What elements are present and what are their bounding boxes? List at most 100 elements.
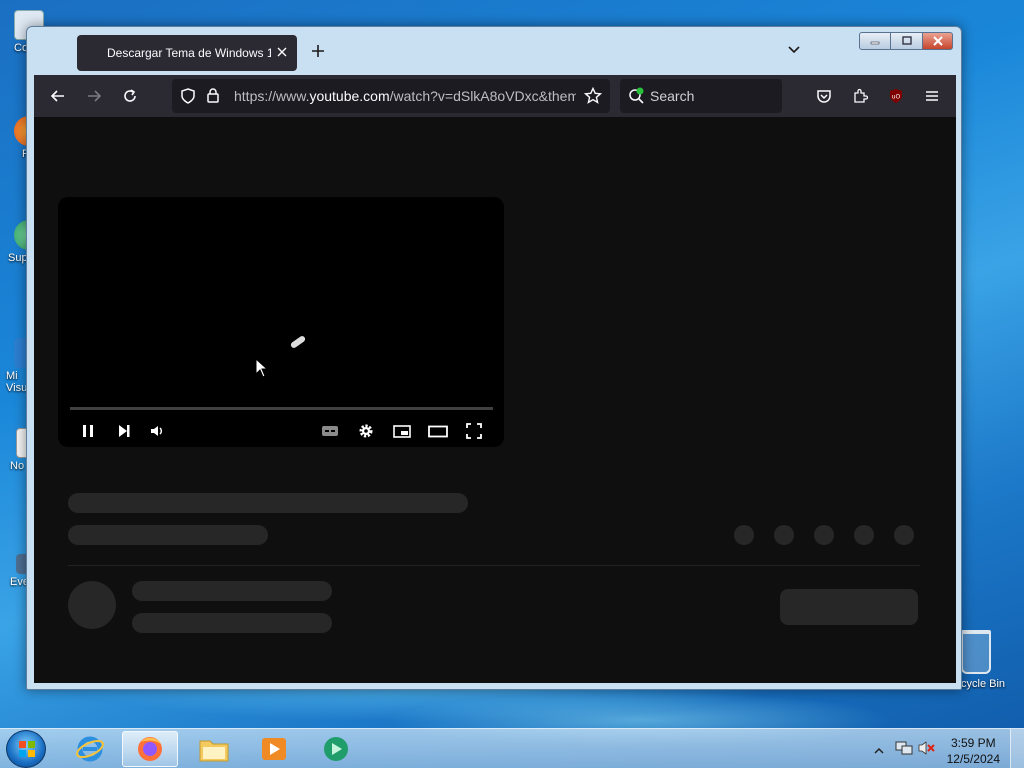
tracking-protection-shield-icon[interactable] bbox=[180, 88, 196, 107]
video-progress-bar[interactable] bbox=[70, 407, 493, 410]
reload-icon bbox=[124, 89, 136, 102]
system-tray: 3:59 PM 12/5/2024 bbox=[854, 729, 1024, 768]
taskbar-file-explorer[interactable] bbox=[186, 731, 242, 767]
plus-icon bbox=[312, 45, 324, 57]
miniplayer-icon bbox=[393, 425, 411, 438]
puzzle-icon bbox=[854, 88, 868, 103]
video-player[interactable] bbox=[58, 197, 504, 447]
internet-explorer-icon bbox=[76, 736, 104, 762]
taskbar-firefox[interactable] bbox=[122, 731, 178, 767]
url-prefix: https://www. bbox=[234, 88, 310, 104]
mute-button[interactable] bbox=[146, 419, 170, 443]
lock-icon[interactable] bbox=[206, 87, 220, 106]
pinned-app-icon bbox=[324, 737, 348, 761]
search-engine-icon bbox=[628, 87, 646, 108]
window-controls bbox=[859, 32, 953, 50]
volume-muted-icon[interactable] bbox=[918, 740, 936, 761]
media-player-icon bbox=[262, 738, 286, 760]
desktop-icon-label: No bbox=[10, 460, 25, 472]
svg-text:uO: uO bbox=[892, 94, 901, 101]
tab-title: Descargar Tema de Windows 10 bbox=[107, 46, 271, 60]
navigation-toolbar: https://www.youtube.com/watch?v=dSlkA8oV… bbox=[34, 75, 956, 117]
arrow-left-icon bbox=[50, 90, 64, 102]
hamburger-menu-icon bbox=[926, 91, 938, 101]
divider bbox=[68, 565, 920, 566]
mouse-cursor bbox=[255, 358, 269, 378]
minimize-button[interactable] bbox=[859, 32, 891, 50]
windows-logo-icon bbox=[19, 741, 35, 757]
loading-spinner bbox=[289, 334, 307, 350]
firefox-icon bbox=[138, 737, 162, 761]
pocket-button[interactable] bbox=[810, 83, 838, 109]
maximize-button[interactable] bbox=[891, 32, 923, 50]
address-bar[interactable]: https://www.youtube.com/watch?v=dSlkA8oV… bbox=[172, 79, 610, 113]
network-icon[interactable] bbox=[894, 739, 914, 762]
taskbar: 3:59 PM 12/5/2024 bbox=[0, 728, 1024, 768]
recycle-bin-icon bbox=[961, 630, 991, 674]
reload-button[interactable] bbox=[116, 83, 144, 109]
next-button[interactable] bbox=[112, 419, 136, 443]
clock-date: 12/5/2024 bbox=[946, 752, 1000, 766]
pocket-icon bbox=[817, 90, 831, 103]
taskbar-media-player[interactable] bbox=[246, 731, 302, 767]
show-desktop-button[interactable] bbox=[1010, 729, 1024, 768]
theater-mode-button[interactable] bbox=[426, 419, 450, 443]
closed-captions-icon bbox=[322, 426, 338, 436]
settings-button[interactable] bbox=[354, 419, 378, 443]
close-icon bbox=[932, 36, 943, 46]
title-placeholder bbox=[68, 493, 468, 513]
channel-subs-placeholder bbox=[132, 613, 332, 633]
app-menu-button[interactable] bbox=[918, 83, 946, 109]
desktop-icon-label: Mi Visu bbox=[6, 370, 28, 394]
close-window-button[interactable] bbox=[923, 32, 953, 50]
ublock-origin-icon: uO bbox=[890, 89, 902, 103]
action-placeholder bbox=[774, 525, 794, 545]
channel-avatar-placeholder bbox=[68, 581, 116, 629]
clock-time: 3:59 PM bbox=[950, 736, 996, 750]
pause-icon bbox=[83, 425, 93, 437]
new-tab-button[interactable] bbox=[311, 41, 325, 64]
system-clock[interactable]: 3:59 PM 12/5/2024 bbox=[947, 735, 1000, 767]
action-placeholder bbox=[734, 525, 754, 545]
bookmark-star-icon[interactable] bbox=[583, 86, 603, 108]
subscribe-button-placeholder bbox=[780, 589, 918, 625]
chevron-down-icon bbox=[788, 46, 800, 54]
extensions-button[interactable] bbox=[846, 83, 874, 109]
tab-active[interactable]: Descargar Tema de Windows 10 bbox=[77, 35, 297, 71]
list-all-tabs-button[interactable] bbox=[787, 43, 801, 57]
taskbar-pinned-app[interactable] bbox=[308, 731, 364, 767]
action-placeholder bbox=[814, 525, 834, 545]
pause-button[interactable] bbox=[76, 419, 100, 443]
page-content bbox=[34, 117, 956, 683]
show-hidden-icons-icon[interactable] bbox=[874, 743, 884, 761]
miniplayer-button[interactable] bbox=[390, 419, 414, 443]
action-placeholder bbox=[894, 525, 914, 545]
skip-next-icon bbox=[119, 425, 130, 437]
minimize-icon bbox=[870, 41, 880, 45]
maximize-icon bbox=[901, 36, 912, 45]
folder-icon bbox=[199, 740, 229, 762]
search-bar[interactable]: Search bbox=[620, 79, 782, 113]
url-input[interactable]: https://www.youtube.com/watch?v=dSlkA8oV… bbox=[234, 88, 576, 104]
ublock-origin-button[interactable]: uO bbox=[882, 83, 910, 109]
volume-icon bbox=[151, 426, 162, 436]
url-domain: youtube.com bbox=[309, 88, 390, 104]
desktop-icon-label: Sup bbox=[8, 252, 28, 264]
back-button[interactable] bbox=[44, 83, 72, 109]
subtitles-button[interactable] bbox=[318, 419, 342, 443]
subtitle-placeholder bbox=[68, 525, 268, 545]
theater-mode-icon bbox=[428, 425, 448, 438]
start-button[interactable] bbox=[6, 730, 46, 768]
channel-name-placeholder bbox=[132, 581, 332, 601]
gear-icon bbox=[359, 424, 373, 438]
search-placeholder: Search bbox=[650, 88, 695, 104]
arrow-right-icon bbox=[88, 90, 102, 102]
fullscreen-button[interactable] bbox=[462, 419, 486, 443]
url-path: /watch?v=dSlkA8oVDxc&theme bbox=[389, 88, 576, 104]
fullscreen-icon bbox=[466, 423, 482, 439]
tab-close-icon[interactable] bbox=[277, 45, 287, 61]
taskbar-internet-explorer[interactable] bbox=[62, 731, 118, 767]
browser-window: Descargar Tema de Windows 10 https://www… bbox=[26, 26, 962, 690]
action-placeholder bbox=[854, 525, 874, 545]
forward-button[interactable] bbox=[80, 83, 108, 109]
